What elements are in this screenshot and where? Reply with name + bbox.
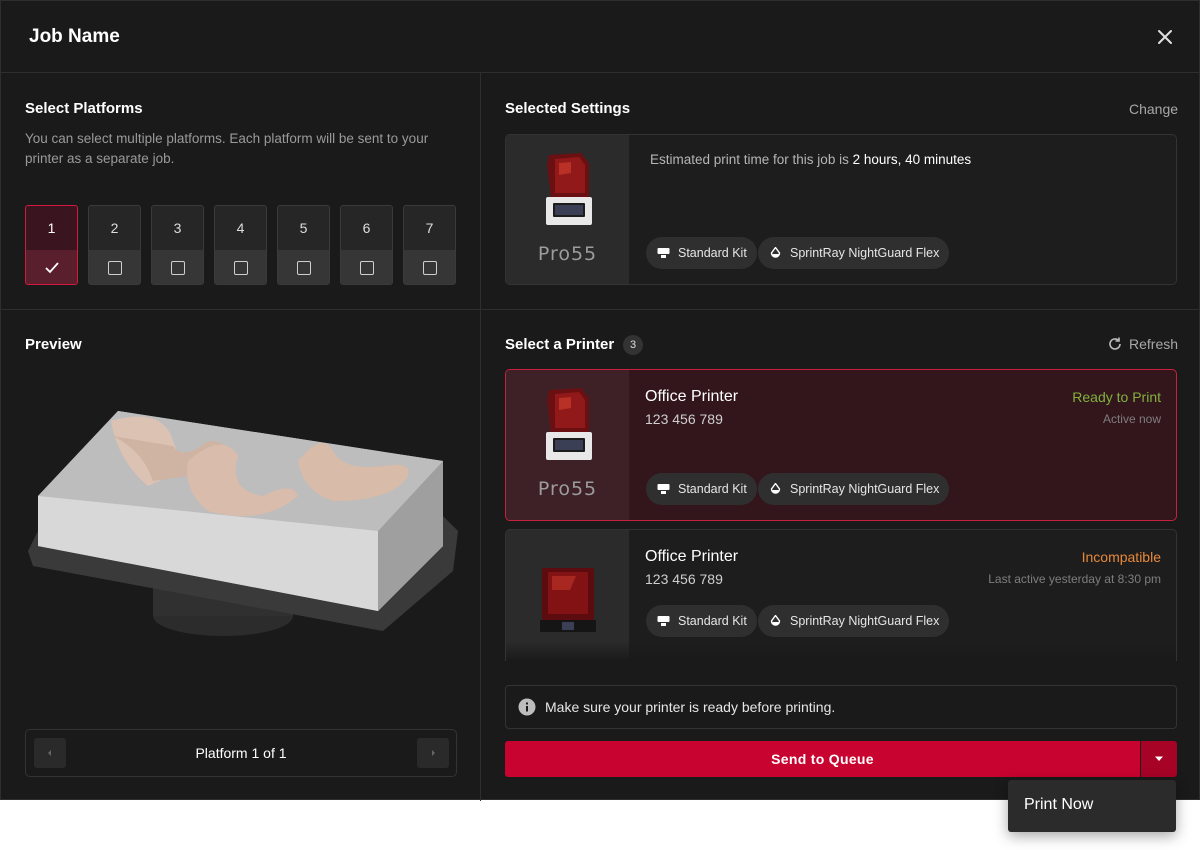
selected-settings-title: Selected Settings bbox=[505, 100, 631, 117]
select-platforms-description: You can select multiple platforms. Each … bbox=[25, 131, 429, 166]
platform-option-1[interactable]: 1 bbox=[25, 205, 78, 285]
platform-option-6[interactable]: 6 bbox=[340, 205, 393, 285]
estimate-value: 2 hours, 40 minutes bbox=[852, 152, 972, 167]
resin-chip: SprintRay NightGuard Flex bbox=[758, 237, 950, 269]
refresh-button[interactable]: Refresh bbox=[1107, 336, 1178, 352]
close-icon[interactable] bbox=[1153, 25, 1177, 49]
platform-option-3[interactable]: 3 bbox=[151, 205, 204, 285]
platform-preview-image bbox=[28, 411, 458, 636]
printer-activity: Last active yesterday at 8:30 pm bbox=[988, 572, 1161, 586]
checkbox-empty-icon bbox=[360, 261, 374, 275]
printer-thumbnail: Pro55 bbox=[506, 135, 629, 284]
modal-header: Job Name bbox=[1, 1, 1200, 73]
printer-serial: 123 456 789 bbox=[645, 571, 723, 587]
printer-name: Office Printer bbox=[645, 388, 739, 405]
print-now-menu-item[interactable]: Print Now bbox=[1024, 796, 1093, 814]
select-printer-title: Select a Printer bbox=[505, 336, 615, 353]
column-divider bbox=[480, 73, 481, 801]
refresh-icon bbox=[1109, 337, 1121, 350]
printer-model-label: Pro55 bbox=[537, 243, 598, 265]
kit-chip: Standard Kit bbox=[646, 237, 757, 269]
list-scroll-fade bbox=[506, 641, 1176, 661]
left-section-divider bbox=[1, 309, 480, 310]
preview-title: Preview bbox=[25, 336, 82, 353]
modal-title: Job Name bbox=[29, 26, 120, 47]
platform-option-7[interactable]: 7 bbox=[403, 205, 456, 285]
platform-number: 4 bbox=[236, 220, 245, 236]
kit-chip: Standard Kit bbox=[646, 605, 757, 637]
platform-option-4[interactable]: 4 bbox=[214, 205, 267, 285]
printer-icon bbox=[540, 568, 596, 632]
resin-label: SprintRay NightGuard Flex bbox=[790, 482, 940, 496]
notice-text: Make sure your printer is ready before p… bbox=[545, 699, 836, 715]
kit-label: Standard Kit bbox=[678, 482, 747, 496]
platform-checkbox[interactable] bbox=[26, 250, 77, 284]
platform-checkbox[interactable] bbox=[89, 250, 140, 284]
estimated-print-time: Estimated print time for this job is 2 h… bbox=[650, 152, 971, 167]
printer-icon bbox=[546, 388, 592, 460]
checkbox-empty-icon bbox=[108, 261, 122, 275]
estimate-prefix: Estimated print time for this job is bbox=[650, 152, 853, 167]
printer-thumbnail: Pro55 bbox=[506, 370, 629, 520]
printer-card-office-ready[interactable]: Pro55 Office Printer 123 456 789 Ready t… bbox=[505, 369, 1177, 521]
platform-option-5[interactable]: 5 bbox=[277, 205, 330, 285]
send-options-dropdown-button[interactable] bbox=[1141, 741, 1177, 777]
platform-number: 7 bbox=[425, 220, 434, 236]
printer-name: Office Printer bbox=[645, 548, 739, 565]
checkbox-empty-icon bbox=[423, 261, 437, 275]
printer-model-label: Pro55 bbox=[537, 478, 598, 500]
platform-pager: Platform 1 of 1 bbox=[25, 729, 457, 777]
platform-option-2[interactable]: 2 bbox=[88, 205, 141, 285]
kit-chip: Standard Kit bbox=[646, 473, 757, 505]
kit-label: Standard Kit bbox=[678, 614, 747, 628]
change-settings-link[interactable]: Change bbox=[1129, 101, 1178, 117]
printer-count-badge: 3 bbox=[623, 335, 643, 355]
kit-icon bbox=[657, 484, 670, 494]
printer-status-incompatible: Incompatible bbox=[1081, 549, 1161, 565]
kit-icon bbox=[657, 616, 670, 626]
platform-number: 1 bbox=[47, 220, 56, 236]
right-section-divider bbox=[481, 309, 1200, 310]
resin-label: SprintRay NightGuard Flex bbox=[790, 246, 940, 260]
send-options-menu: Print Now bbox=[1008, 780, 1176, 832]
checkbox-empty-icon bbox=[297, 261, 311, 275]
refresh-label: Refresh bbox=[1129, 336, 1179, 352]
resin-drop-icon bbox=[770, 247, 781, 258]
print-job-modal: Job Name Select Platforms You can select… bbox=[0, 0, 1200, 801]
printer-icon bbox=[546, 153, 592, 225]
next-platform-button[interactable] bbox=[417, 738, 449, 768]
platform-checkbox[interactable] bbox=[215, 250, 266, 284]
platform-number: 3 bbox=[173, 220, 182, 236]
send-to-queue-button[interactable]: Send to Queue bbox=[505, 741, 1140, 777]
platform-checkbox[interactable] bbox=[404, 250, 455, 284]
printer-activity: Active now bbox=[1102, 412, 1161, 426]
checkbox-empty-icon bbox=[234, 261, 248, 275]
resin-drop-icon bbox=[770, 615, 781, 626]
resin-drop-icon bbox=[770, 483, 781, 494]
platform-checkbox[interactable] bbox=[278, 250, 329, 284]
resin-chip: SprintRay NightGuard Flex bbox=[758, 605, 950, 637]
chevron-down-icon bbox=[1155, 756, 1163, 761]
printer-ready-notice: Make sure your printer is ready before p… bbox=[505, 685, 1177, 729]
platform-number: 5 bbox=[299, 220, 308, 236]
selected-settings-card: Pro55 Estimated print time for this job … bbox=[505, 134, 1177, 285]
checkmark-icon bbox=[45, 262, 59, 274]
kit-label: Standard Kit bbox=[678, 246, 747, 260]
resin-chip: SprintRay NightGuard Flex bbox=[758, 473, 950, 505]
kit-icon bbox=[657, 248, 670, 258]
platform-checkbox[interactable] bbox=[152, 250, 203, 284]
resin-label: SprintRay NightGuard Flex bbox=[790, 614, 940, 628]
chevron-right-icon bbox=[432, 750, 435, 756]
platform-pager-label: Platform 1 of 1 bbox=[195, 745, 287, 761]
info-icon bbox=[518, 698, 536, 716]
platform-number: 6 bbox=[362, 220, 371, 236]
platform-checkbox[interactable] bbox=[341, 250, 392, 284]
platform-number: 2 bbox=[110, 220, 119, 236]
printer-status-ready: Ready to Print bbox=[1072, 389, 1161, 405]
select-platforms-title: Select Platforms bbox=[25, 100, 143, 117]
printer-serial: 123 456 789 bbox=[645, 411, 723, 427]
checkbox-empty-icon bbox=[171, 261, 185, 275]
